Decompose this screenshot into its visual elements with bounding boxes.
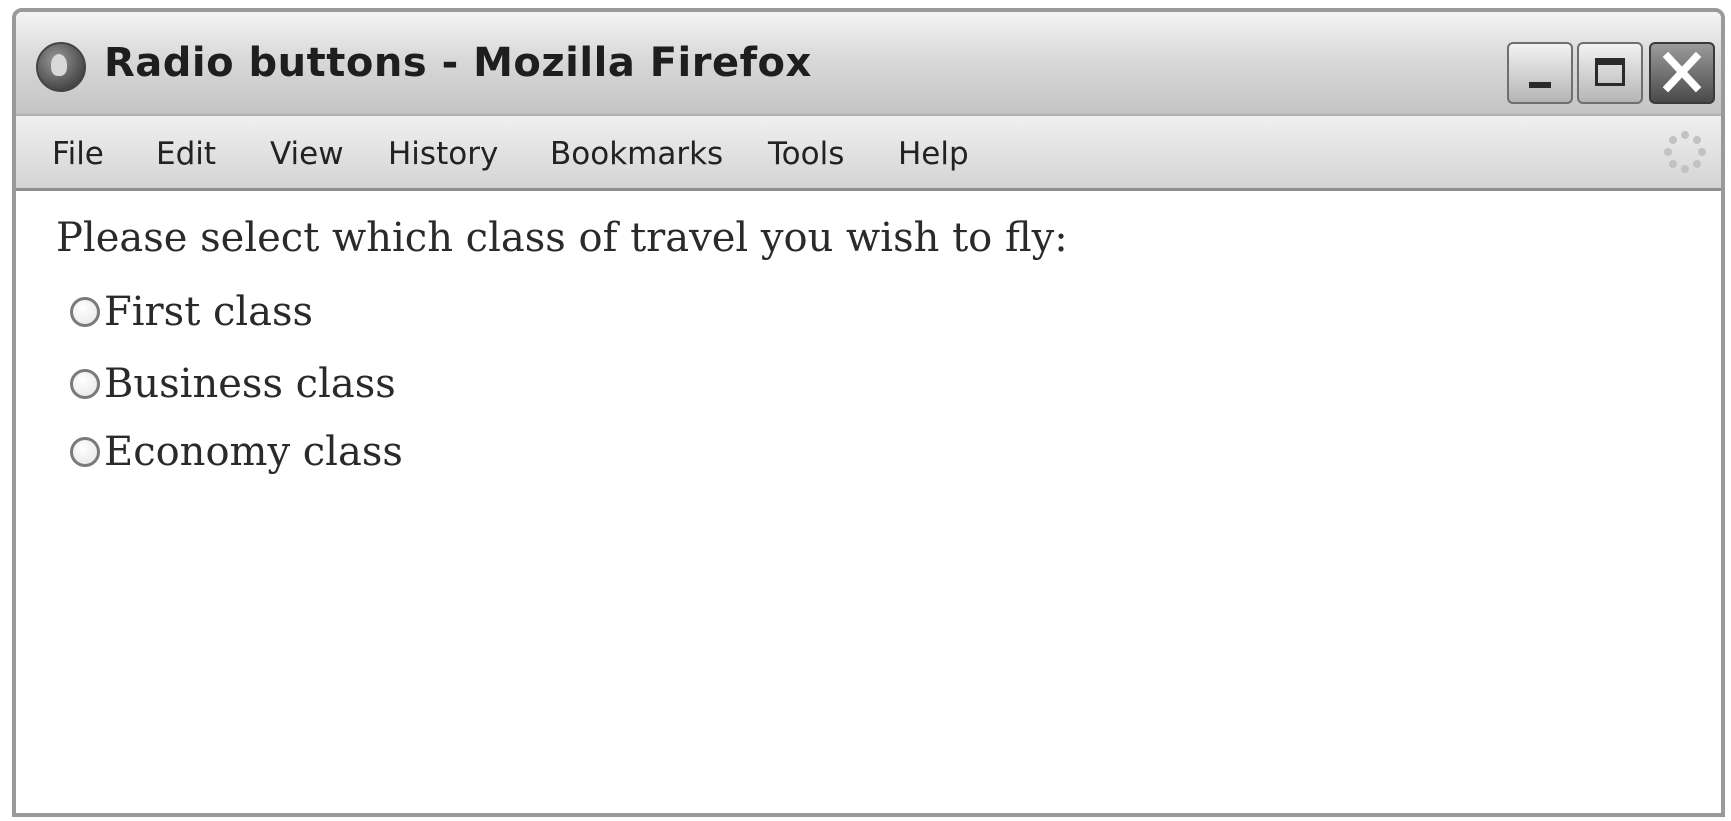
option-economy-class[interactable]: Economy class: [70, 427, 403, 477]
throbber-icon: [1664, 131, 1706, 173]
menu-file[interactable]: File: [52, 136, 104, 172]
page-content: Please select which class of travel you …: [16, 191, 1721, 813]
firefox-icon[interactable]: [36, 42, 86, 92]
radio-business-class[interactable]: [70, 369, 100, 399]
menu-history[interactable]: History: [388, 136, 498, 172]
menu-tools[interactable]: Tools: [768, 136, 844, 172]
option-label[interactable]: Business class: [104, 361, 396, 407]
close-icon: [1662, 51, 1702, 93]
option-business-class[interactable]: Business class: [70, 359, 396, 409]
option-first-class[interactable]: First class: [70, 287, 313, 337]
menu-edit[interactable]: Edit: [156, 136, 216, 172]
radio-economy-class[interactable]: [70, 437, 100, 467]
menu-view[interactable]: View: [270, 136, 344, 172]
minimize-icon: [1529, 82, 1551, 88]
close-button[interactable]: [1649, 42, 1715, 104]
minimize-button[interactable]: [1507, 42, 1573, 104]
maximize-button[interactable]: [1577, 42, 1643, 104]
title-bar[interactable]: Radio buttons - Mozilla Firefox: [16, 12, 1721, 116]
option-label[interactable]: Economy class: [104, 429, 403, 475]
travel-class-prompt: Please select which class of travel you …: [56, 215, 1068, 261]
radio-first-class[interactable]: [70, 297, 100, 327]
option-label[interactable]: First class: [104, 289, 313, 335]
menu-bar: File Edit View History Bookmarks Tools H…: [16, 116, 1721, 191]
browser-window: Radio buttons - Mozilla Firefox File Edi…: [12, 8, 1725, 817]
window-title: Radio buttons - Mozilla Firefox: [104, 40, 812, 86]
menu-help[interactable]: Help: [898, 136, 969, 172]
menu-bookmarks[interactable]: Bookmarks: [550, 136, 723, 172]
maximize-icon: [1595, 58, 1625, 86]
